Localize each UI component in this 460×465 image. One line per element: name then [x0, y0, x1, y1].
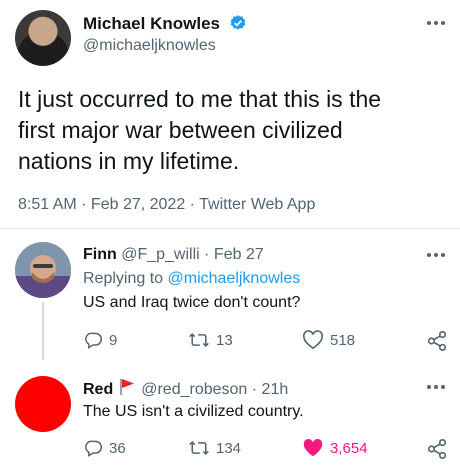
reply1-comment-count: 9 [109, 331, 118, 349]
reply1-handle-date[interactable]: @F_p_willi · Feb 27 [121, 246, 264, 263]
reply2-header: Red @red_robeson · 21h [83, 378, 288, 401]
reply-avatar-red[interactable] [15, 376, 71, 432]
reply2-comment-count: 36 [109, 439, 126, 457]
reply1-name[interactable]: Finn [83, 246, 117, 263]
thread-line [42, 302, 44, 360]
tweet-timestamp[interactable]: 8:51 AM · Feb 27, 2022 · Twitter Web App [18, 196, 315, 214]
tweet-text: It just occurred to me that this is the … [18, 84, 448, 177]
share-icon[interactable] [426, 438, 448, 465]
reply2-like-count: 3,654 [330, 439, 368, 457]
divider [0, 228, 460, 229]
reply1-like-count: 518 [330, 331, 356, 349]
author-display-name[interactable]: Michael Knowles [83, 14, 220, 33]
reply1-text: US and Iraq twice don't count? [83, 294, 301, 311]
tweet-text-line: nations in my lifetime. [18, 148, 240, 174]
replying-to: Replying to @michaeljknowles [83, 270, 300, 288]
reply2-retweet-action[interactable]: 134 [188, 438, 241, 458]
reply1-comment-action[interactable]: 9 [83, 330, 117, 350]
reply1-retweet-action[interactable]: 13 [188, 330, 233, 350]
reply-icon[interactable] [83, 438, 103, 458]
verified-badge-icon [229, 14, 247, 32]
reply1-like-action[interactable]: 518 [302, 330, 355, 350]
red-flag-icon [119, 378, 135, 401]
retweet-icon[interactable] [188, 330, 210, 350]
replying-to-prefix: Replying to [83, 270, 168, 287]
author-name-row[interactable]: Michael Knowles [83, 14, 247, 34]
replying-to-handle[interactable]: @michaeljknowles [168, 270, 301, 287]
reply2-like-action[interactable]: 3,654 [302, 438, 368, 458]
reply-icon[interactable] [83, 330, 103, 350]
author-avatar[interactable] [15, 10, 71, 66]
like-icon[interactable] [302, 438, 324, 458]
reply1-header: Finn @F_p_willi · Feb 27 [83, 246, 264, 264]
reply2-text: The US isn't a civilized country. [83, 403, 304, 420]
author-handle[interactable]: @michaeljknowles [83, 37, 216, 55]
share-icon[interactable] [426, 330, 448, 357]
more-options-icon[interactable] [425, 250, 447, 260]
like-icon[interactable] [302, 330, 324, 350]
reply-avatar-finn[interactable] [15, 242, 71, 298]
reply1-retweet-count: 13 [216, 331, 233, 349]
retweet-icon[interactable] [188, 438, 210, 458]
reply2-handle-date[interactable]: @red_robeson · 21h [141, 381, 288, 399]
reply2-comment-action[interactable]: 36 [83, 438, 126, 458]
tweet-text-line: It just occurred to me that this is the [18, 86, 382, 112]
reply2-retweet-count: 134 [216, 439, 242, 457]
more-options-icon[interactable] [425, 18, 447, 28]
more-options-icon[interactable] [425, 382, 447, 392]
tweet-text-line: first major war between civilized [18, 117, 343, 143]
reply2-name[interactable]: Red [83, 381, 113, 399]
